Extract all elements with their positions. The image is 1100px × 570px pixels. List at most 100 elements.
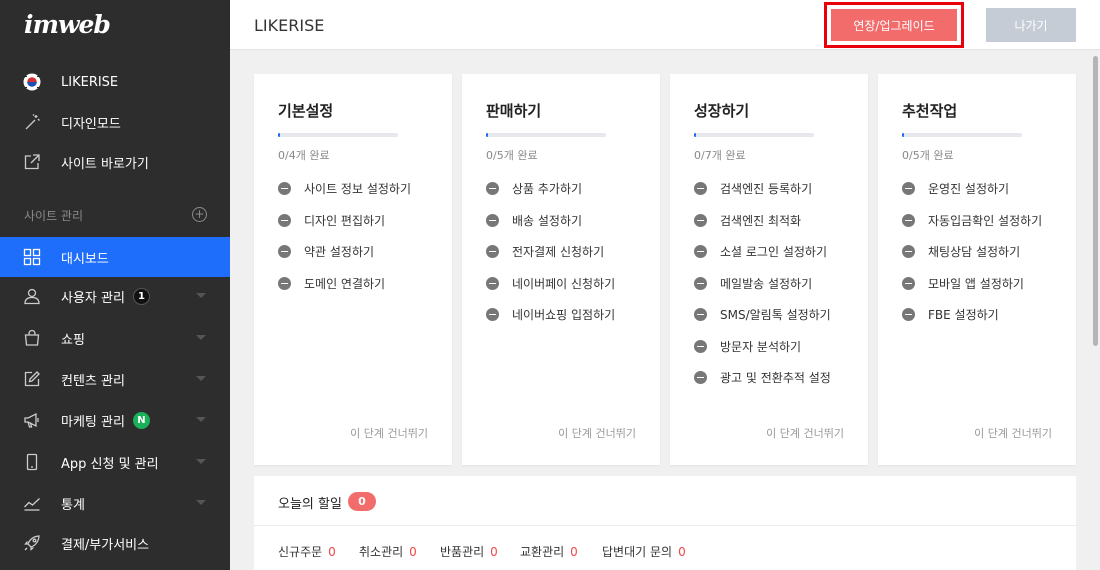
task-item[interactable]: 네이버페이 신청하기: [486, 273, 615, 293]
setup-card-recommended: 추천작업 0/5개 완료 운영진 설정하기 자동입금확인 설정하기 채팅상담 설…: [878, 74, 1076, 465]
progress-text: 0/4개 완료: [278, 149, 330, 162]
task-item[interactable]: 약관 설정하기: [278, 241, 374, 261]
rocket-icon: [23, 534, 41, 552]
card-title: 추천작업: [902, 102, 958, 120]
progress-bar: [278, 133, 398, 137]
sidebar-item-label: 사이트 바로가기: [61, 156, 149, 172]
stat-cancellations[interactable]: 취소관리 0: [359, 543, 417, 560]
task-item[interactable]: 전자결제 신청하기: [486, 241, 604, 261]
progress-text: 0/5개 완료: [486, 149, 538, 162]
todays-tasks-title: 오늘의 할일: [278, 497, 342, 512]
add-site-button[interactable]: +: [192, 207, 207, 222]
exit-button[interactable]: 나가기: [986, 8, 1076, 42]
sidebar-item-label: 결제/부가서비스: [61, 537, 150, 553]
progress-fill: [278, 133, 281, 137]
minus-circle-icon: [694, 339, 707, 353]
card-title: 성장하기: [694, 102, 750, 120]
minus-circle-icon: [902, 181, 915, 195]
user-icon: [23, 287, 41, 305]
progress-text: 0/5개 완료: [902, 149, 954, 162]
sidebar-item-shopping[interactable]: 쇼핑: [0, 318, 230, 358]
sidebar-item-contents[interactable]: 컨텐츠 관리: [0, 359, 230, 399]
skip-step-link[interactable]: 이 단계 건너뛰기: [766, 425, 844, 441]
todays-tasks-panel: 오늘의 할일 0 신규주문 0 취소관리 0 반품관리 0 교환관리 0 답변대기 문의…: [254, 476, 1076, 570]
sidebar-item-label: 대시보드: [61, 251, 109, 267]
minus-circle-icon: [902, 244, 915, 258]
progress-text: 0/7개 완료: [694, 149, 746, 162]
task-item[interactable]: 네이버쇼핑 입점하기: [486, 304, 615, 324]
stat-new-orders[interactable]: 신규주문 0: [278, 543, 336, 560]
sidebar-item-dashboard[interactable]: 대시보드: [0, 237, 230, 277]
sidebar-item-users[interactable]: 사용자 관리 1: [0, 276, 230, 316]
vertical-scrollbar[interactable]: [1091, 50, 1100, 570]
minus-circle-icon: [278, 276, 291, 290]
minus-circle-icon: [694, 370, 707, 384]
task-item[interactable]: 방문자 분석하기: [694, 336, 801, 356]
task-item[interactable]: 광고 및 전환추적 설정: [694, 367, 831, 387]
scrollbar-thumb[interactable]: [1093, 56, 1098, 346]
progress-bar: [694, 133, 814, 137]
new-badge: N: [132, 411, 150, 429]
progress-bar: [486, 133, 606, 137]
sidebar-item-label: 컨텐츠 관리: [61, 373, 125, 389]
setup-card-basic: 기본설정 0/4개 완료 사이트 정보 설정하기 디자인 편집하기 약관 설정하…: [254, 74, 452, 465]
skip-step-link[interactable]: 이 단계 건너뛰기: [974, 425, 1052, 441]
chevron-down-icon: [196, 376, 206, 381]
minus-circle-icon: [694, 213, 707, 227]
mobile-icon: [23, 453, 41, 471]
chevron-down-icon: [196, 335, 206, 340]
grid-icon: [23, 248, 41, 266]
sidebar-item-design-mode[interactable]: 디자인모드: [0, 102, 230, 142]
task-item[interactable]: 검색엔진 등록하기: [694, 178, 812, 198]
sidebar-item-app[interactable]: App 신청 및 관리: [0, 442, 230, 482]
skip-step-link[interactable]: 이 단계 건너뛰기: [558, 425, 636, 441]
imweb-logo[interactable]: imweb: [24, 10, 111, 39]
task-item[interactable]: 소셜 로그인 설정하기: [694, 241, 827, 261]
task-item[interactable]: 배송 설정하기: [486, 210, 582, 230]
task-item[interactable]: 검색엔진 최적화: [694, 210, 801, 230]
sidebar-item-site[interactable]: LIKERISE: [0, 62, 230, 102]
edit-icon: [23, 370, 41, 388]
task-item[interactable]: FBE 설정하기: [902, 304, 999, 324]
sidebar-item-billing[interactable]: 결제/부가서비스: [0, 523, 230, 563]
card-title: 판매하기: [486, 102, 542, 120]
stat-returns[interactable]: 반품관리 0: [440, 543, 498, 560]
task-item[interactable]: 도메인 연결하기: [278, 273, 385, 293]
sidebar-item-statistics[interactable]: 통계: [0, 483, 230, 523]
page-title: LIKERISE: [254, 16, 325, 35]
task-item[interactable]: 채팅상담 설정하기: [902, 241, 1020, 261]
chevron-down-icon: [196, 417, 206, 422]
sidebar-item-label: App 신청 및 관리: [61, 456, 159, 472]
minus-circle-icon: [694, 181, 707, 195]
minus-circle-icon: [486, 213, 499, 227]
sidebar-item-label: 통계: [61, 497, 85, 513]
task-item[interactable]: 모바일 앱 설정하기: [902, 273, 1024, 293]
sidebar-item-label: 쇼핑: [61, 332, 85, 348]
task-item[interactable]: SMS/알림톡 설정하기: [694, 304, 831, 324]
sidebar-item-marketing[interactable]: 마케팅 관리 N: [0, 400, 230, 440]
progress-bar: [902, 133, 1022, 137]
skip-step-link[interactable]: 이 단계 건너뛰기: [350, 425, 428, 441]
task-item[interactable]: 메일발송 설정하기: [694, 273, 812, 293]
minus-circle-icon: [694, 307, 707, 321]
task-item[interactable]: 운영진 설정하기: [902, 178, 1009, 198]
task-item[interactable]: 상품 추가하기: [486, 178, 582, 198]
stat-exchanges[interactable]: 교환관리 0: [520, 543, 578, 560]
task-item[interactable]: 사이트 정보 설정하기: [278, 178, 411, 198]
setup-card-sales: 판매하기 0/5개 완료 상품 추가하기 배송 설정하기 전자결제 신청하기 네…: [462, 74, 660, 465]
minus-circle-icon: [902, 213, 915, 227]
minus-circle-icon: [902, 276, 915, 290]
minus-circle-icon: [694, 244, 707, 258]
sidebar-item-label: LIKERISE: [61, 74, 119, 90]
upgrade-highlight-frame: 연장/업그레이드: [824, 2, 964, 48]
stat-pending-inquiries[interactable]: 답변대기 문의 0: [602, 543, 686, 560]
card-title: 기본설정: [278, 102, 334, 120]
sidebar-item-label: 사용자 관리: [61, 290, 125, 306]
upgrade-button[interactable]: 연장/업그레이드: [831, 9, 957, 41]
task-item[interactable]: 자동입금확인 설정하기: [902, 210, 1042, 230]
minus-circle-icon: [694, 276, 707, 290]
magic-wand-icon: [23, 113, 41, 131]
shopping-bag-icon: [23, 329, 41, 347]
task-item[interactable]: 디자인 편집하기: [278, 210, 385, 230]
sidebar-item-visit-site[interactable]: 사이트 바로가기: [0, 142, 230, 182]
